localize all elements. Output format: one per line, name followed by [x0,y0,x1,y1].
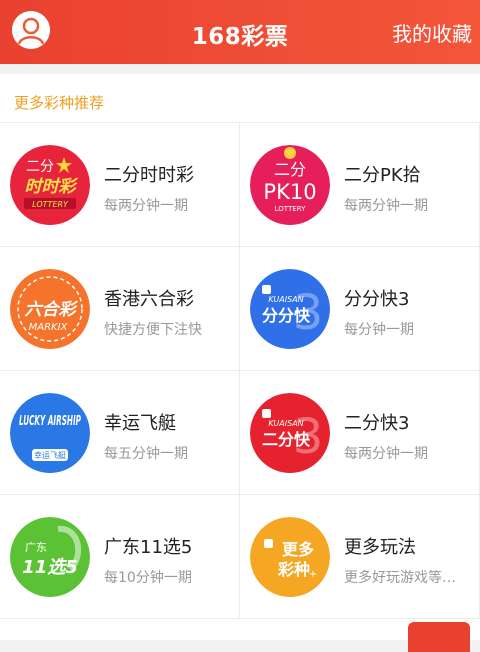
game-name: 香港六合彩 [104,289,194,310]
game-desc: 每两分钟一期 [344,446,428,462]
game-item-2fen-ssc[interactable]: 二分 时时彩 LOTTERY 二分时时彩 每两分钟一期 [0,123,240,247]
marksix-logo-icon: 六合彩 MARKIX [10,269,90,349]
svg-text:更多: 更多 [282,540,314,559]
svg-text:11选5: 11选5 [22,557,78,578]
game-name: 二分时时彩 [104,165,194,186]
svg-text:二分: 二分 [274,160,306,179]
game-item-lucky-airship[interactable]: LUCKY AIRSHIP 幸运飞艇 幸运飞艇 每五分钟一期 [0,371,240,495]
recommend-section: 更多彩种推荐 二分 时时彩 LOTTERY 二分时时彩 每两分钟一期 二分 PK… [0,74,480,640]
game-desc: 每分钟一期 [344,322,414,338]
svg-text:LOTTERY: LOTTERY [275,205,306,213]
game-item-more[interactable]: 更多 彩种 + 更多玩法 更多好玩游戏等… [240,495,480,619]
section-title: 更多彩种推荐 [14,94,105,112]
game-item-hk-marksix[interactable]: 六合彩 MARKIX 香港六合彩 快捷方便下注快 [0,247,240,371]
svg-text:LUCKY AIRSHIP: LUCKY AIRSHIP [19,414,81,429]
game-desc: 每10分钟一期 [104,570,192,586]
game-item-gd-11x5[interactable]: 广东 11选5 广东11选5 每10分钟一期 [0,495,240,619]
pk10-logo-icon: 二分 PK10 LOTTERY [250,145,330,225]
game-desc: 每五分钟一期 [104,446,188,462]
svg-text:PK10: PK10 [263,180,316,204]
app-header: 168彩票 我的收藏 [0,0,480,64]
game-desc: 每两分钟一期 [104,198,188,214]
game-item-2fen-k3[interactable]: 3 KUAISAN 二分快 二分快3 每两分钟一期 [240,371,480,495]
game-name: 二分PK拾 [344,165,421,186]
floating-action-button[interactable] [408,622,470,652]
k3-blue-logo-icon: 3 KUAISAN 分分快 [250,269,330,349]
11x5-logo-icon: 广东 11选5 [10,517,90,597]
game-name: 幸运飞艇 [104,413,176,434]
k3-red-logo-icon: 3 KUAISAN 二分快 [250,393,330,473]
svg-text:时时彩: 时时彩 [25,177,79,197]
game-grid: 二分 时时彩 LOTTERY 二分时时彩 每两分钟一期 二分 PK10 LOTT… [0,122,480,619]
game-item-2fen-pk10[interactable]: 二分 PK10 LOTTERY 二分PK拾 每两分钟一期 [240,123,480,247]
svg-text:二分快: 二分快 [262,430,311,449]
favorites-link[interactable]: 我的收藏 [392,18,472,47]
airship-logo-icon: LUCKY AIRSHIP 幸运飞艇 [10,393,90,473]
game-item-fenfen-k3[interactable]: 3 KUAISAN 分分快 分分快3 每分钟一期 [240,247,480,371]
game-desc: 每两分钟一期 [344,198,428,214]
svg-text:分分快: 分分快 [262,306,311,325]
svg-text:KUAISAN: KUAISAN [268,419,303,428]
game-name: 二分快3 [344,413,410,434]
svg-text:彩种: 彩种 [277,560,310,579]
svg-text:广东: 广东 [25,541,47,554]
svg-text:二分: 二分 [26,159,54,175]
svg-text:+: + [309,569,317,580]
more-games-logo-icon: 更多 彩种 + [250,517,330,597]
game-desc: 快捷方便下注快 [104,322,202,338]
svg-text:幸运飞艇: 幸运飞艇 [34,450,66,460]
game-name: 更多玩法 [344,537,416,558]
ssc-logo-icon: 二分 时时彩 LOTTERY [10,145,90,225]
game-name: 分分快3 [344,289,410,310]
svg-text:KUAISAN: KUAISAN [268,295,303,304]
game-name: 广东11选5 [104,537,193,558]
svg-text:LOTTERY: LOTTERY [32,200,69,209]
svg-text:六合彩: 六合彩 [25,300,79,320]
svg-text:MARKIX: MARKIX [29,322,69,333]
game-desc: 更多好玩游戏等… [344,570,456,586]
